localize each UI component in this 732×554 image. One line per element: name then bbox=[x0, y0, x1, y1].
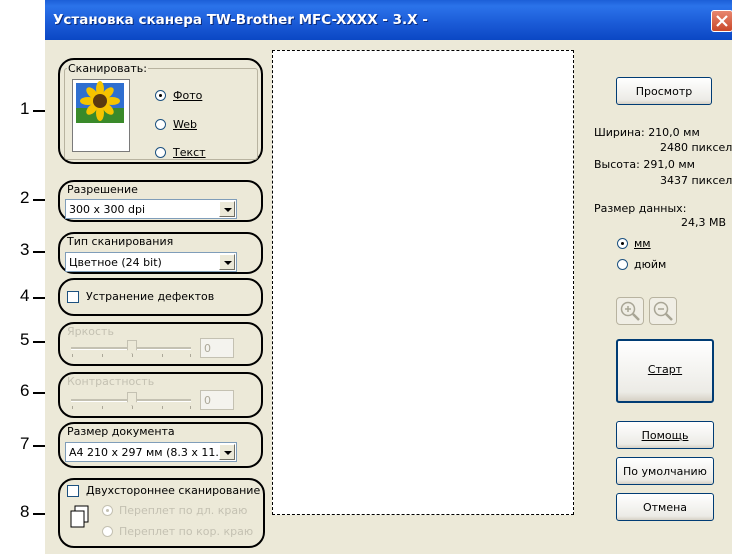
brightness-tick bbox=[132, 354, 133, 357]
zoom-out-button[interactable] bbox=[649, 297, 677, 325]
window-title: Установка сканера TW-Brother MFC-XXXX - … bbox=[53, 12, 428, 28]
cancel-button[interactable]: Отмена bbox=[616, 493, 714, 521]
duplex-short-edge-radio[interactable] bbox=[102, 526, 113, 537]
scan-photo-radio[interactable] bbox=[155, 90, 166, 101]
duplex-short-edge-label[interactable]: Переплет по кор. краю bbox=[119, 525, 253, 538]
zoom-in-icon bbox=[620, 301, 640, 321]
unit-inch-label[interactable]: дюйм bbox=[634, 258, 666, 271]
callout-6: 6 bbox=[20, 381, 30, 400]
width-pixels: 2480 пиксели bbox=[660, 141, 732, 154]
scan-web-radio[interactable] bbox=[155, 119, 166, 130]
duplex-long-edge-radio[interactable] bbox=[102, 505, 113, 516]
brightness-tick bbox=[162, 354, 163, 357]
descreen-checkbox[interactable] bbox=[67, 291, 79, 303]
contrast-tick bbox=[102, 406, 103, 409]
callout-3: 3 bbox=[20, 240, 30, 259]
chevron-down-icon bbox=[219, 201, 235, 217]
scan-photo-label[interactable]: Фото bbox=[173, 89, 202, 102]
contrast-tick bbox=[72, 406, 73, 409]
data-size-value: 24,3 MB bbox=[681, 216, 727, 229]
brightness-tick bbox=[102, 354, 103, 357]
callout-4: 4 bbox=[20, 286, 30, 305]
scan-text-radio[interactable] bbox=[155, 147, 166, 158]
brightness-tick bbox=[190, 354, 191, 357]
resolution-select[interactable]: 300 x 300 dpi bbox=[65, 199, 237, 219]
scantype-label: Тип сканирования bbox=[67, 235, 174, 248]
callout-8: 8 bbox=[20, 502, 30, 521]
default-button[interactable]: По умолчанию bbox=[616, 457, 714, 485]
title-bar[interactable]: Установка сканера TW-Brother MFC-XXXX - … bbox=[45, 0, 732, 40]
duplex-long-edge-label[interactable]: Переплет по дл. краю bbox=[119, 504, 247, 517]
help-button[interactable]: Помощь bbox=[616, 421, 714, 449]
scan-web-label[interactable]: Web bbox=[173, 118, 197, 131]
descreen-label[interactable]: Устранение дефектов bbox=[86, 290, 214, 303]
unit-mm-radio[interactable] bbox=[617, 238, 628, 249]
brightness-value-field[interactable]: 0 bbox=[200, 338, 234, 358]
callout-1: 1 bbox=[20, 99, 30, 118]
callout-5: 5 bbox=[20, 330, 30, 349]
height-label: Высота: 291,0 мм bbox=[594, 158, 695, 171]
zoom-in-button[interactable] bbox=[616, 297, 644, 325]
scan-text-label[interactable]: Текст bbox=[173, 146, 206, 159]
resolution-label: Разрешение bbox=[67, 183, 138, 196]
callout-2: 2 bbox=[20, 188, 30, 207]
duplex-checkbox[interactable] bbox=[67, 485, 79, 497]
close-button[interactable] bbox=[711, 10, 732, 32]
scan-label: Сканировать: bbox=[67, 62, 148, 75]
unit-inch-radio[interactable] bbox=[617, 259, 628, 270]
unit-mm-label[interactable]: мм bbox=[634, 237, 651, 250]
zoom-out-icon bbox=[653, 301, 673, 321]
contrast-tick bbox=[162, 406, 163, 409]
preview-area[interactable] bbox=[272, 50, 574, 515]
chevron-down-icon bbox=[219, 254, 235, 270]
contrast-value-field[interactable]: 0 bbox=[200, 390, 234, 410]
width-label: Ширина: 210,0 мм bbox=[594, 126, 700, 139]
data-size-label: Размер данных: bbox=[594, 202, 687, 215]
docsize-label: Размер документа bbox=[67, 425, 175, 438]
duplex-pages-icon bbox=[69, 505, 91, 533]
sunflower-photo-icon bbox=[72, 79, 130, 152]
close-icon bbox=[716, 15, 728, 27]
scantype-select[interactable]: Цветное (24 bit) bbox=[65, 252, 237, 272]
callout-7: 7 bbox=[20, 434, 30, 453]
preview-button[interactable]: Просмотр bbox=[616, 77, 712, 105]
contrast-tick bbox=[132, 406, 133, 409]
contrast-label: Контрастность bbox=[67, 375, 155, 388]
docsize-select[interactable]: A4 210 x 297 мм (8.3 x 11.7 bbox=[65, 442, 237, 462]
contrast-tick bbox=[190, 406, 191, 409]
scanner-dialog: Установка сканера TW-Brother MFC-XXXX - … bbox=[45, 0, 732, 554]
chevron-down-icon bbox=[219, 444, 235, 460]
duplex-label[interactable]: Двухстороннее сканирование bbox=[86, 484, 260, 497]
height-pixels: 3437 пиксели bbox=[660, 174, 732, 187]
start-button[interactable]: Старт bbox=[616, 339, 714, 403]
brightness-tick bbox=[72, 354, 73, 357]
brightness-label: Яркость bbox=[67, 325, 114, 338]
